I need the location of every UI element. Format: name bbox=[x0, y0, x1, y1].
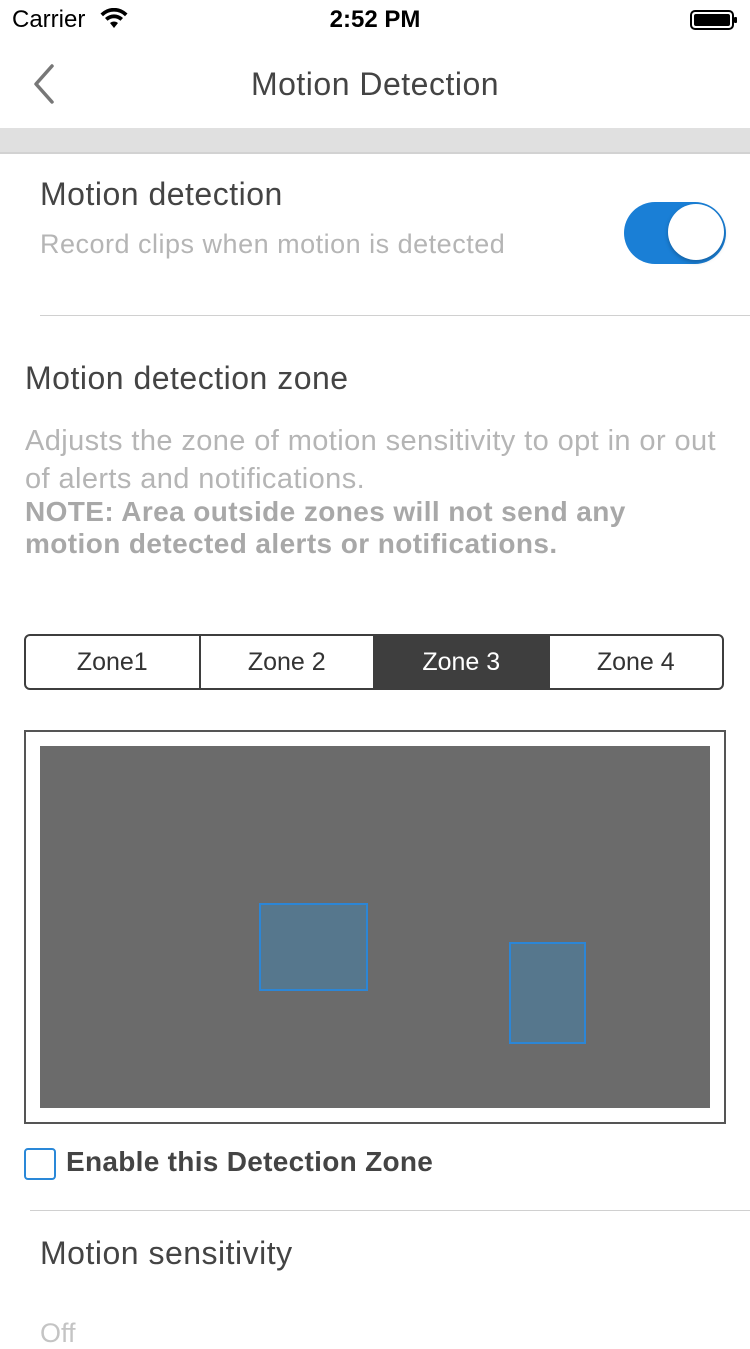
motion-sensitivity-title: Motion sensitivity bbox=[40, 1235, 293, 1271]
motion-detection-description: Record clips when motion is detected bbox=[40, 229, 506, 259]
page-title: Motion Detection bbox=[250, 66, 500, 102]
divider bbox=[30, 1210, 750, 1211]
nav-separator bbox=[0, 128, 750, 154]
detection-zone-box[interactable] bbox=[509, 942, 586, 1044]
zone-segmented-control: Zone1 Zone 2 Zone 3 Zone 4 bbox=[24, 634, 724, 690]
toggle-knob bbox=[668, 204, 724, 260]
zone-section-note: NOTE: Area outside zones will not send a… bbox=[25, 496, 626, 559]
camera-preview[interactable] bbox=[40, 746, 710, 1108]
nav-bar: Motion Detection bbox=[0, 40, 750, 128]
motion-detection-toggle[interactable] bbox=[624, 202, 726, 264]
zone-section-title: Motion detection zone bbox=[25, 360, 349, 396]
divider bbox=[40, 315, 750, 316]
tab-zone-4[interactable]: Zone 4 bbox=[550, 636, 723, 688]
detection-zone-box[interactable] bbox=[259, 903, 368, 991]
enable-zone-label[interactable]: Enable this Detection Zone bbox=[66, 1146, 433, 1178]
enable-zone-checkbox[interactable] bbox=[24, 1148, 56, 1180]
tab-zone-3[interactable]: Zone 3 bbox=[375, 636, 550, 688]
clock: 2:52 PM bbox=[329, 6, 421, 33]
battery-icon bbox=[690, 10, 737, 30]
tab-zone-2[interactable]: Zone 2 bbox=[201, 636, 375, 688]
zone-section-description: Adjusts the zone of motion sensitivity t… bbox=[25, 425, 716, 495]
motion-detection-title: Motion detection bbox=[40, 176, 283, 212]
status-bar: Carrier 2:52 PM bbox=[0, 0, 750, 40]
tab-zone-1[interactable]: Zone1 bbox=[26, 636, 201, 688]
